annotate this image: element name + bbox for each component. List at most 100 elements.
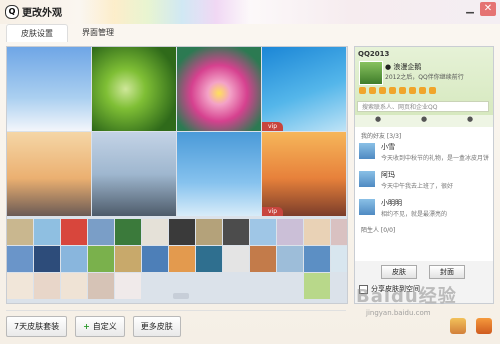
preview-contact: 阿玛 今天中午我去上班了，很好 [359,169,489,193]
app-icon [389,87,396,94]
preview-search: 搜索联系人、网页和企业QQ [357,101,489,112]
skin-thumb[interactable] [304,219,330,245]
preview-app-icons [359,87,487,95]
bottom-toolbar: 7天皮肤套装 + 自定义 更多皮肤 [6,316,181,337]
skin-thumb[interactable] [277,219,303,245]
skin-thumb[interactable] [169,246,195,272]
tab-skin-settings[interactable]: 皮肤设置 [6,24,68,42]
skin-thumb[interactable] [223,219,249,245]
watermark-logo: Baidu经验 [356,286,457,307]
preview-contact: 小雪 今天收到中秋节的礼物，是一盒冰皮月饼 [359,141,489,165]
contact-name: 小雪 [381,143,395,151]
skin-thumb[interactable] [142,246,168,272]
skin-tile-green-sprout[interactable] [92,47,176,131]
skin-gallery: vip vip [6,46,348,304]
window-controls: ▁ ✕ [462,2,496,16]
skin-thumb[interactable] [61,246,87,272]
preview-group-strangers: 陌生人 [0/0] [361,227,396,234]
contact-desc: 相约不见，就是最漂亮的 [381,211,448,218]
skin-thumb[interactable] [142,219,168,245]
skin-thumb[interactable] [7,246,33,272]
skin-thumb[interactable] [61,219,87,245]
skin-thumb[interactable] [61,273,87,299]
skin-thumb[interactable] [196,246,222,272]
skin-thumb[interactable] [304,246,330,272]
tab-bar: 皮肤设置 界面管理 [6,24,128,42]
skin-thumb[interactable] [304,273,330,299]
skin-tile-sunset-hills[interactable] [7,132,91,216]
window: Q 更改外观 ▁ ✕ 皮肤设置 界面管理 vip vip 7天皮肤套装 + 自定… [0,0,500,344]
contact-desc: 今天收到中秋节的礼物，是一盒冰皮月饼 [381,155,490,162]
skin-thumb[interactable] [34,219,60,245]
fox-icon[interactable] [476,318,492,334]
preview-tab-recent-icon: ● [466,115,474,123]
corner-icons [450,318,492,334]
preview-contact: 小明明 相约不见，就是最漂亮的 [359,197,489,221]
skin-tile-windmill-sunset[interactable]: vip [262,132,346,216]
skin-thumb[interactable] [196,219,222,245]
contact-avatar [359,199,375,215]
skin-thumb[interactable] [223,246,249,272]
skin-thumb[interactable] [7,273,33,299]
skin-tile-feather[interactable]: vip [262,47,346,131]
vip-badge: vip [262,207,284,216]
preview-group-friends: 我的好友 [3/3] [361,133,402,140]
vip-badge: vip [262,122,284,131]
watermark-url: jingyan.baidu.com [366,309,431,317]
skin-thumb[interactable] [34,246,60,272]
title-rainbow-decor [80,0,250,24]
preview-motto: 2012之后，QQ伴你继续前行 [385,74,464,81]
divider [6,310,346,311]
tab-interface-manage[interactable]: 界面管理 [68,24,128,42]
preview-tabs: ● ● ● [355,115,493,127]
contact-desc: 今天中午我去上班了，很好 [381,183,454,190]
skin-thumb[interactable] [331,246,347,272]
title-bar: Q 更改外观 ▁ ✕ [0,0,500,24]
app-icon [369,87,376,94]
custom-skin-label: 自定义 [92,322,117,331]
skin-thumb[interactable] [115,273,141,299]
skin-tile-lotus[interactable] [177,47,261,131]
preview-header: QQ2013 ● 浪漫企鹅 2012之后，QQ伴你继续前行 搜索联系人、网页和企… [355,47,493,121]
contact-avatar [359,171,375,187]
app-icon [399,87,406,94]
skin-thumb[interactable] [34,273,60,299]
app-icon [409,87,416,94]
preview-tab-contacts-icon: ● [374,115,382,123]
skin-thumb[interactable] [277,246,303,272]
plus-icon: + [83,322,90,331]
skin-thumb[interactable] [7,219,33,245]
skin-tile-seashore[interactable] [92,132,176,216]
skin-thumb[interactable] [250,246,276,272]
preview-tab-groups-icon: ● [420,115,428,123]
gallery-scroll-handle[interactable] [173,293,189,299]
skin-thumb[interactable] [88,246,114,272]
qq-logo-icon: Q [5,5,19,19]
skin-thumb[interactable] [88,273,114,299]
preview-qq-label: QQ2013 [358,50,390,58]
calendar-icon[interactable] [450,318,466,334]
window-title: 更改外观 [22,8,62,19]
skin-thumb[interactable] [250,219,276,245]
more-skins-button[interactable]: 更多皮肤 [132,316,181,337]
skin-thumb[interactable] [115,219,141,245]
contact-avatar [359,143,375,159]
skin-tile-sky-clouds[interactable] [7,47,91,131]
skin-thumb[interactable] [88,219,114,245]
app-icon [429,87,436,94]
skin-thumb[interactable] [169,219,195,245]
seven-day-skin-button[interactable]: 7天皮肤套装 [6,316,68,337]
skin-toggle-button[interactable]: 皮肤 [381,265,417,279]
close-icon[interactable]: ✕ [480,2,496,16]
minimize-icon[interactable]: ▁ [462,2,478,16]
app-icon [419,87,426,94]
cover-toggle-button[interactable]: 封面 [429,265,465,279]
skin-tile-windmill[interactable] [177,132,261,216]
skin-thumb[interactable] [115,246,141,272]
contact-name: 阿玛 [381,171,395,179]
skin-thumb[interactable] [331,219,347,245]
app-icon [379,87,386,94]
preview-status: ● 浪漫企鹅 [385,63,422,71]
contact-name: 小明明 [381,199,402,207]
custom-skin-button[interactable]: + 自定义 [75,316,125,337]
